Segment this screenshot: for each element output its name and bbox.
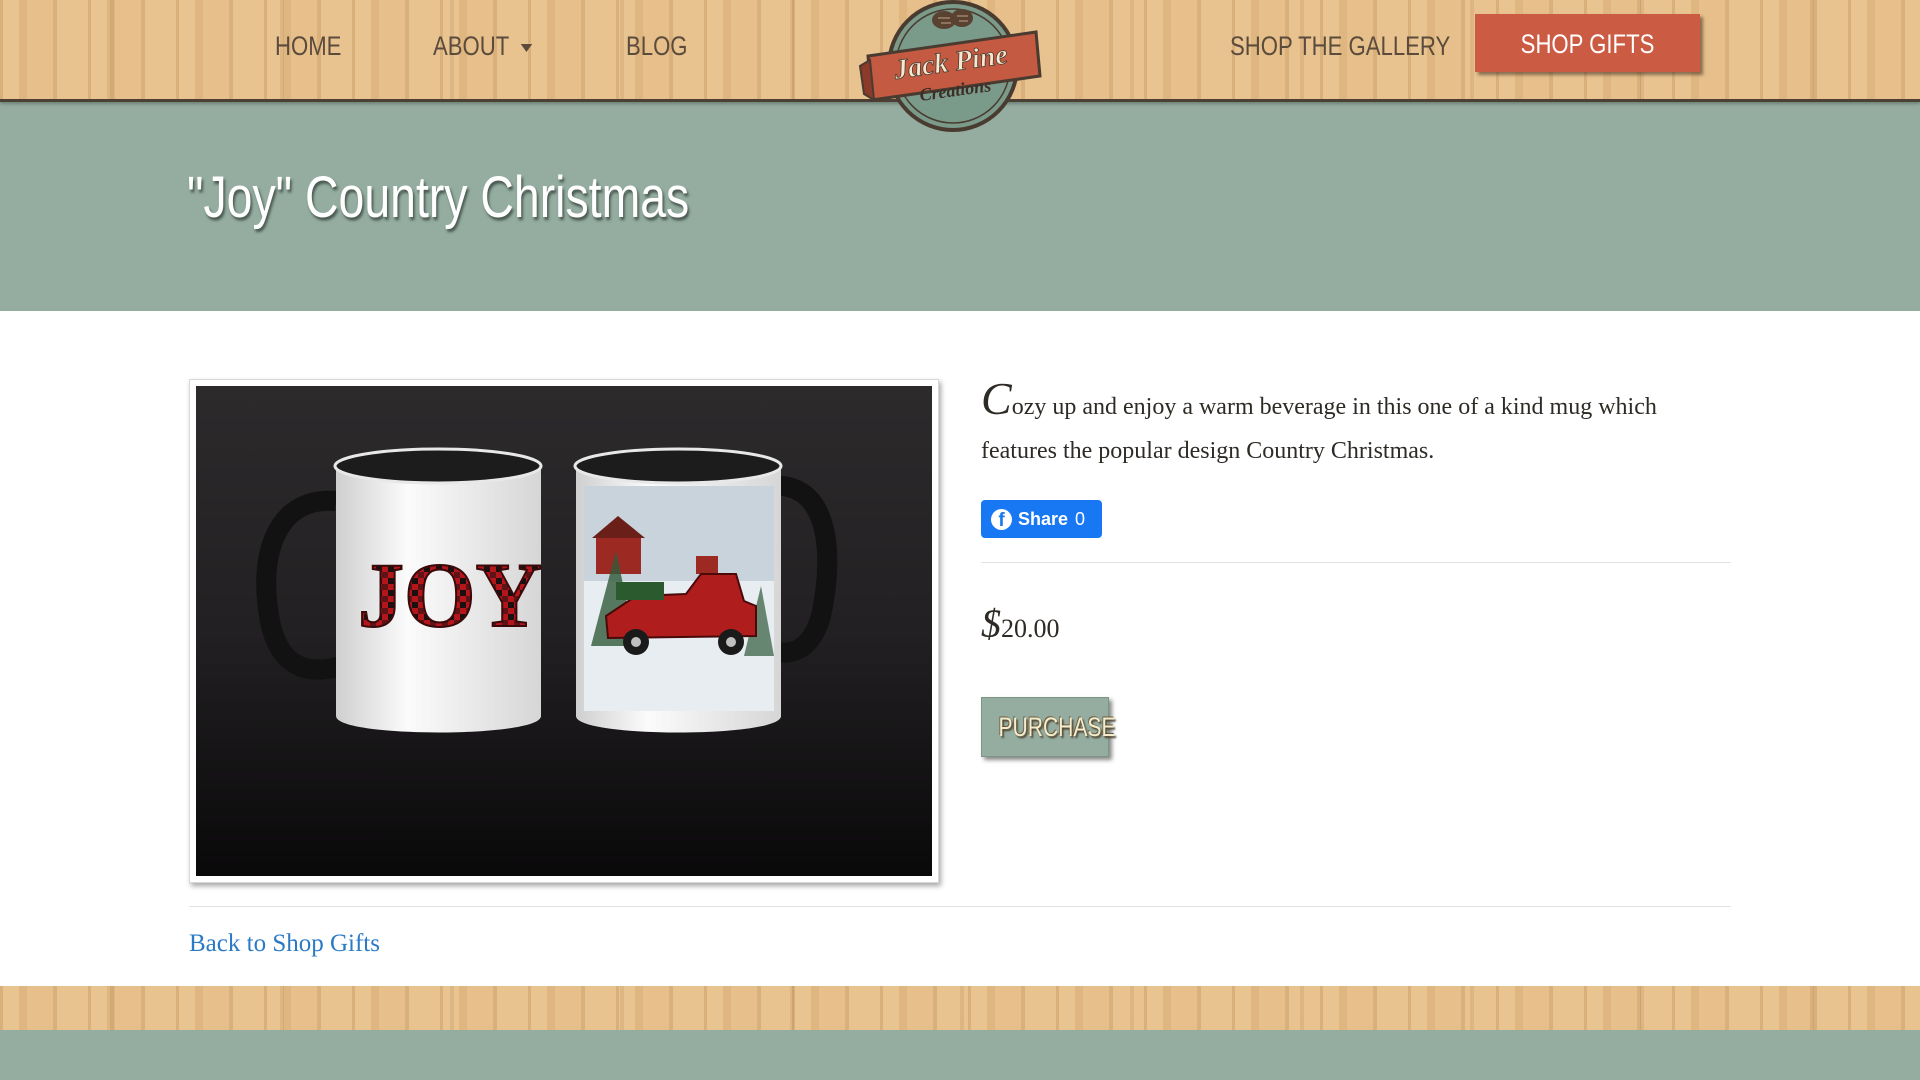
nav-home-link[interactable]: HOME bbox=[275, 26, 341, 66]
page-title: "Joy" Country Christmas bbox=[187, 165, 690, 230]
purchase-button[interactable]: PURCHASE bbox=[981, 697, 1116, 757]
footer-bar bbox=[0, 1030, 1920, 1080]
nav-about-dropdown[interactable]: ABOUT bbox=[433, 26, 533, 66]
back-to-shop-gifts-link[interactable]: Back to Shop Gifts bbox=[189, 930, 380, 958]
product-description: Cozy up and enjoy a warm beverage in thi… bbox=[981, 376, 1711, 473]
price-currency: $ bbox=[981, 601, 1001, 646]
footer-wood-strip bbox=[0, 986, 1920, 1030]
nav-shop-gallery-link[interactable]: SHOP THE GALLERY bbox=[1230, 26, 1450, 66]
product-image-frame[interactable]: JOY bbox=[189, 379, 939, 883]
jack-pine-creations-logo[interactable]: Jack Pine Creations bbox=[858, 0, 1048, 142]
mug-joy-text: JOY bbox=[358, 544, 542, 646]
caret-down-icon bbox=[520, 43, 533, 52]
nav-blog-link[interactable]: BLOG bbox=[626, 26, 688, 66]
shop-gifts-button[interactable]: SHOP GIFTS bbox=[1475, 14, 1700, 72]
facebook-share-button[interactable]: f Share 0 bbox=[981, 500, 1102, 538]
shop-gifts-label: SHOP GIFTS bbox=[1520, 29, 1655, 59]
product-price: $20.00 bbox=[981, 600, 1060, 647]
facebook-icon: f bbox=[991, 508, 1012, 530]
price-value: 20.00 bbox=[1001, 614, 1060, 643]
divider bbox=[981, 562, 1731, 563]
description-drop-cap: C bbox=[981, 373, 1012, 424]
purchase-label: PURCHASE bbox=[998, 711, 1116, 742]
nav-about-label: ABOUT bbox=[433, 31, 510, 61]
share-count: 0 bbox=[1075, 508, 1086, 529]
divider bbox=[189, 906, 1731, 907]
description-text: ozy up and enjoy a warm beverage in this… bbox=[981, 394, 1657, 464]
share-label: Share bbox=[1018, 508, 1069, 529]
product-image-mugs: JOY bbox=[196, 386, 932, 876]
